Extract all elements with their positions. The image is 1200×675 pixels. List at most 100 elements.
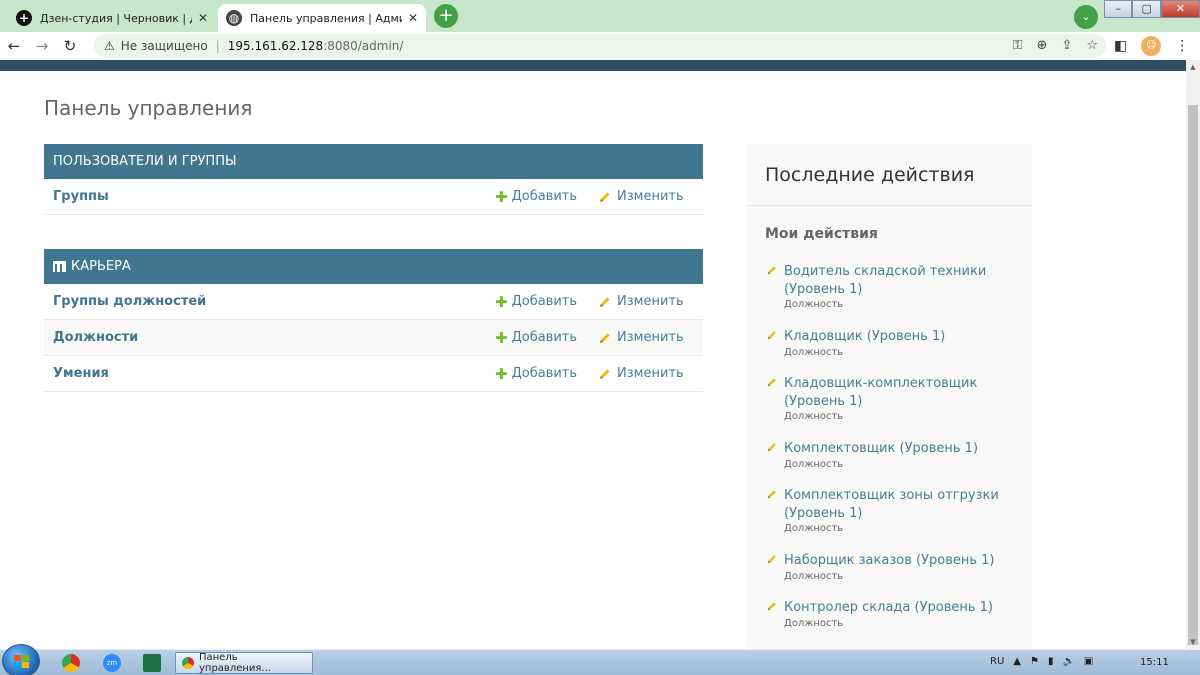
add-link[interactable]: ✚ Добавить <box>495 188 599 206</box>
profile-avatar[interactable]: ☺ <box>1141 36 1162 56</box>
url-host[interactable]: 195.161.62.128 <box>228 39 323 53</box>
recent-action-link[interactable]: Контролер склада (Уровень 1) <box>784 599 993 617</box>
list-item: Кладовщик (Уровень 1) Должность <box>765 328 1015 358</box>
recent-action-type: Должность <box>784 346 844 358</box>
network-icon[interactable]: ▮ <box>1048 656 1054 667</box>
model-link[interactable]: Умения <box>44 366 495 381</box>
maximize-button[interactable]: ▢ <box>1132 0 1161 18</box>
tab-dzen-studio[interactable]: + Дзен-студия | Черновик | Дзен ✕ <box>8 4 216 32</box>
address-bar[interactable]: ⚠ Не защищено | 195.161.62.128 :8080/adm… <box>94 34 1106 58</box>
recent-action-link[interactable]: Кладовщик-комплектовщик (Уровень 1) <box>784 375 1015 410</box>
system-tray: RU ▲ ⚑ ▮ 🔈 ▣ <box>990 656 1093 667</box>
recent-action-link[interactable]: Наборщик заказов (Уровень 1) <box>784 552 995 570</box>
module-caption: ПОЛЬЗОВАТЕЛИ И ГРУППЫ <box>44 144 703 179</box>
module-caption-label[interactable]: ПОЛЬЗОВАТЕЛИ И ГРУППЫ <box>53 144 236 179</box>
recent-action-link[interactable]: Комплектовщик (Уровень 1) <box>784 440 978 458</box>
module-career: КАРЬЕРА Группы должностей ✚ Добавить Изме… <box>44 249 703 392</box>
recent-action-link[interactable]: Водитель складской техники (Уровень 1) <box>784 263 1015 298</box>
scrollbar-thumb[interactable] <box>1188 105 1198 645</box>
table-row: Должности ✚ Добавить Изменить <box>44 320 703 356</box>
my-actions-heading: Мои действия <box>765 226 878 242</box>
change-label: Изменить <box>617 366 684 381</box>
start-button[interactable] <box>2 644 40 675</box>
windows-logo-icon <box>14 655 29 668</box>
zoom-icon[interactable]: ⊕ <box>1037 38 1048 53</box>
change-link[interactable]: Изменить <box>599 294 703 309</box>
divider: | <box>215 39 220 53</box>
clock[interactable]: 15:11 <box>1140 657 1169 668</box>
list-item: Комплектовщик (Уровень 1) Должность <box>765 440 1015 470</box>
change-link[interactable]: Изменить <box>599 366 703 381</box>
page-title: Панель управления <box>44 96 253 120</box>
page-scrollbar[interactable]: ▲ ▼ <box>1186 60 1200 649</box>
reload-button[interactable]: ↻ <box>56 37 84 55</box>
list-item: Водитель складской техники (Уровень 1) Д… <box>765 263 1015 310</box>
pencil-icon <box>600 297 610 307</box>
module-caption-label[interactable]: КАРЬЕРА <box>71 249 131 284</box>
forward-button[interactable]: → <box>28 37 56 55</box>
new-tab-button[interactable]: + <box>434 4 458 28</box>
url-path[interactable]: :8080/admin/ <box>323 39 403 53</box>
star-icon[interactable]: ☆ <box>1086 38 1098 53</box>
tab-close-icon[interactable]: ✕ <box>198 11 208 25</box>
back-button[interactable]: ← <box>0 37 28 55</box>
browser-toolbar: ← → ↻ ⚠ Не защищено | 195.161.62.128 :80… <box>0 32 1200 60</box>
recent-action-link[interactable]: Кладовщик (Уровень 1) <box>784 328 945 346</box>
add-link[interactable]: ✚ Добавить <box>495 365 599 383</box>
globe-favicon-icon: ◍ <box>226 10 242 26</box>
list-item: Наборщик заказов (Уровень 1) Должность <box>765 552 1015 582</box>
taskbar-window-label: Панель управления... <box>199 652 271 674</box>
tab-admin-panel[interactable]: ◍ Панель управления | Администрирование … <box>218 4 426 32</box>
share-icon[interactable]: ⇪ <box>1061 38 1072 53</box>
recent-action-link[interactable]: Комплектовщик зоны отгрузки (Уровень 1) <box>784 487 1015 522</box>
plus-icon: ✚ <box>495 292 508 311</box>
omnibox-icons: ⚿ ⊕ ⇪ ☆ <box>1013 38 1098 53</box>
change-link[interactable]: Изменить <box>599 189 703 204</box>
add-label: Добавить <box>511 294 578 309</box>
change-link[interactable]: Изменить <box>599 330 703 345</box>
model-link[interactable]: Группы должностей <box>44 294 495 309</box>
table-row: Группы ✚ Добавить Изменить <box>44 179 703 215</box>
pencil-icon <box>767 555 776 564</box>
add-link[interactable]: ✚ Добавить <box>495 329 599 347</box>
recent-actions-title: Последние действия <box>747 144 1032 206</box>
window-controls: – ▢ ✕ <box>1104 0 1200 20</box>
minimize-button[interactable]: – <box>1104 0 1133 18</box>
key-icon[interactable]: ⚿ <box>1013 38 1023 53</box>
pencil-icon <box>767 331 776 340</box>
list-item: Контролер склада (Уровень 1) Должность <box>765 599 1015 629</box>
tab-close-icon[interactable]: ✕ <box>408 11 418 25</box>
device-icon[interactable]: ▣ <box>1084 656 1093 667</box>
list-item: Комплектовщик зоны отгрузки (Уровень 1) … <box>765 487 1015 534</box>
volume-icon[interactable]: 🔈 <box>1062 656 1074 667</box>
zoom-app-icon[interactable]: zm <box>103 654 121 672</box>
tray-expand-icon[interactable]: ▲ <box>1013 656 1021 667</box>
taskbar-chrome-window[interactable]: Панель управления... <box>175 652 313 674</box>
module-caption: КАРЬЕРА <box>44 249 703 284</box>
recent-action-type: Должность <box>784 523 844 534</box>
recent-action-type: Должность <box>784 458 844 470</box>
browser-tab-bar: + Дзен-студия | Черновик | Дзен ✕ ◍ Пане… <box>0 0 1200 32</box>
scroll-down-icon[interactable]: ▼ <box>1186 638 1200 646</box>
side-panel-icon[interactable]: ◧ <box>1114 38 1127 54</box>
plus-icon: ✚ <box>495 364 508 383</box>
model-link[interactable]: Должности <box>44 330 495 345</box>
change-label: Изменить <box>617 330 684 345</box>
model-link[interactable]: Группы <box>44 189 495 204</box>
scroll-up-icon[interactable]: ▲ <box>1186 63 1200 71</box>
language-indicator[interactable]: RU <box>990 656 1004 667</box>
recent-action-type: Должность <box>784 411 844 422</box>
menu-icon[interactable]: ⋮ <box>1175 38 1189 54</box>
security-label[interactable]: Не защищено <box>121 39 208 53</box>
pencil-icon <box>767 490 776 499</box>
add-link[interactable]: ✚ Добавить <box>495 293 599 311</box>
list-item: Кладовщик-комплектовщик (Уровень 1) Долж… <box>765 375 1015 422</box>
plus-icon: ✚ <box>495 187 508 206</box>
warning-icon[interactable]: ⚠ <box>104 39 115 53</box>
change-label: Изменить <box>617 189 684 204</box>
tab-search-button[interactable]: ⌄ <box>1074 5 1098 29</box>
flag-icon[interactable]: ⚑ <box>1030 656 1039 667</box>
chrome-icon[interactable] <box>62 654 80 672</box>
excel-icon[interactable] <box>143 654 161 672</box>
close-window-button[interactable]: ✕ <box>1160 0 1200 18</box>
